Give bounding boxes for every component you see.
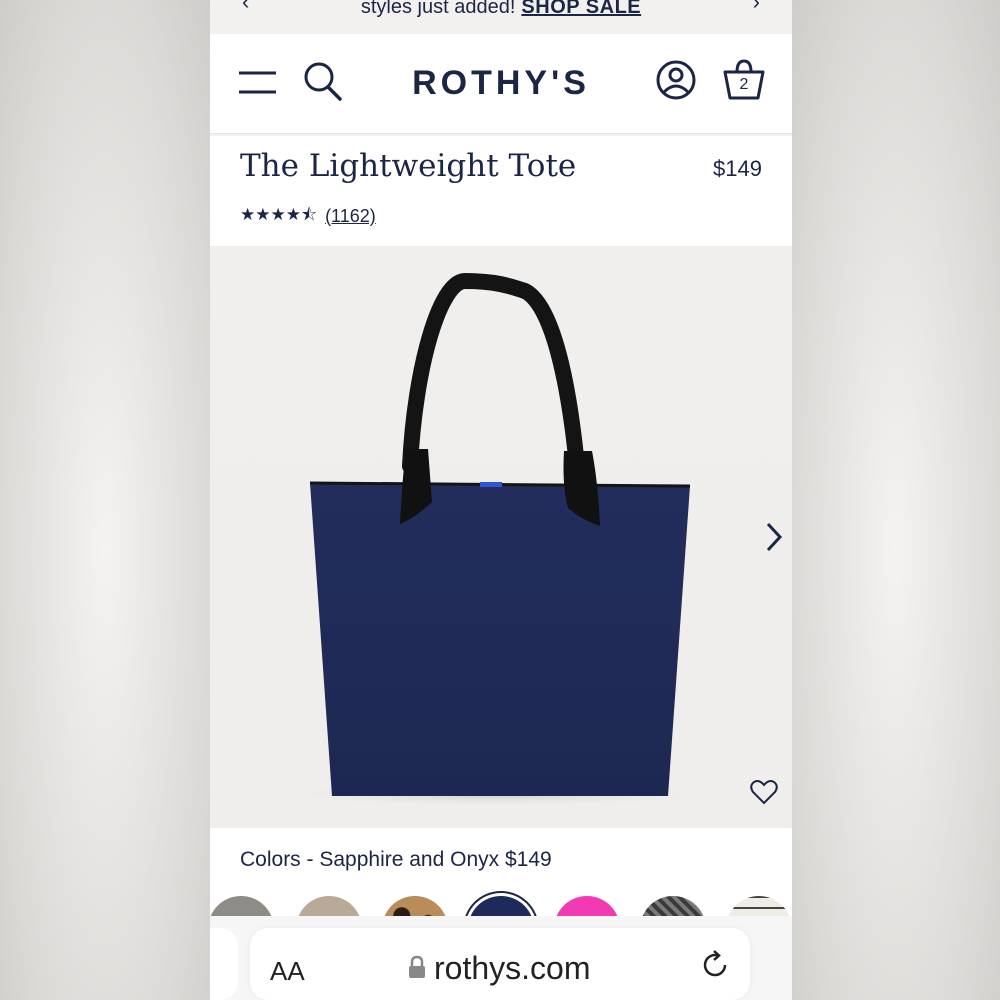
promo-next-icon[interactable]: › bbox=[753, 0, 760, 13]
url-display[interactable]: rothys.com bbox=[408, 950, 590, 987]
phone-screen: ‹ styles just added! SHOP SALE › ROTHY'S … bbox=[210, 0, 792, 1000]
product-price: $149 bbox=[713, 156, 762, 181]
site-header: ROTHY'S 2 bbox=[210, 34, 792, 134]
promo-prev-icon[interactable]: ‹ bbox=[242, 0, 249, 13]
product-image bbox=[270, 272, 720, 808]
promo-banner: ‹ styles just added! SHOP SALE › bbox=[210, 0, 792, 34]
promo-text: styles just added! bbox=[360, 0, 516, 18]
shop-sale-link[interactable]: SHOP SALE bbox=[521, 0, 641, 18]
lock-icon bbox=[408, 950, 426, 987]
cart-count: 2 bbox=[739, 76, 749, 93]
browser-toolbar: AA rothys.com bbox=[210, 916, 792, 1000]
account-icon[interactable] bbox=[656, 60, 696, 105]
previous-tab[interactable] bbox=[210, 928, 238, 1000]
heart-icon[interactable] bbox=[750, 779, 778, 810]
colors-label: Colors - Sapphire and Onyx $149 bbox=[240, 848, 552, 871]
product-gallery bbox=[210, 246, 792, 828]
chevron-right-icon[interactable] bbox=[764, 521, 784, 558]
rating-stars: ★★★★⯪ bbox=[240, 205, 318, 224]
reader-aa-button[interactable]: AA bbox=[270, 956, 305, 987]
url-text: rothys.com bbox=[434, 950, 591, 986]
site-logo[interactable]: ROTHY'S bbox=[210, 64, 792, 103]
rating: ★★★★⯪ (1162) bbox=[240, 202, 376, 231]
color-picker: Colors - Sapphire and Onyx $149 bbox=[210, 828, 792, 962]
product-title: The Lightweight Tote bbox=[240, 148, 577, 184]
product-header: The Lightweight Tote $149 ★★★★⯪ (1162) bbox=[210, 136, 792, 246]
cart-icon[interactable]: 2 bbox=[722, 58, 766, 107]
reviews-link[interactable]: (1162) bbox=[325, 206, 376, 227]
backdrop-right bbox=[792, 0, 1000, 1000]
address-bar[interactable]: AA rothys.com bbox=[250, 928, 750, 1000]
reload-icon[interactable] bbox=[700, 950, 730, 985]
backdrop-left bbox=[0, 0, 210, 1000]
